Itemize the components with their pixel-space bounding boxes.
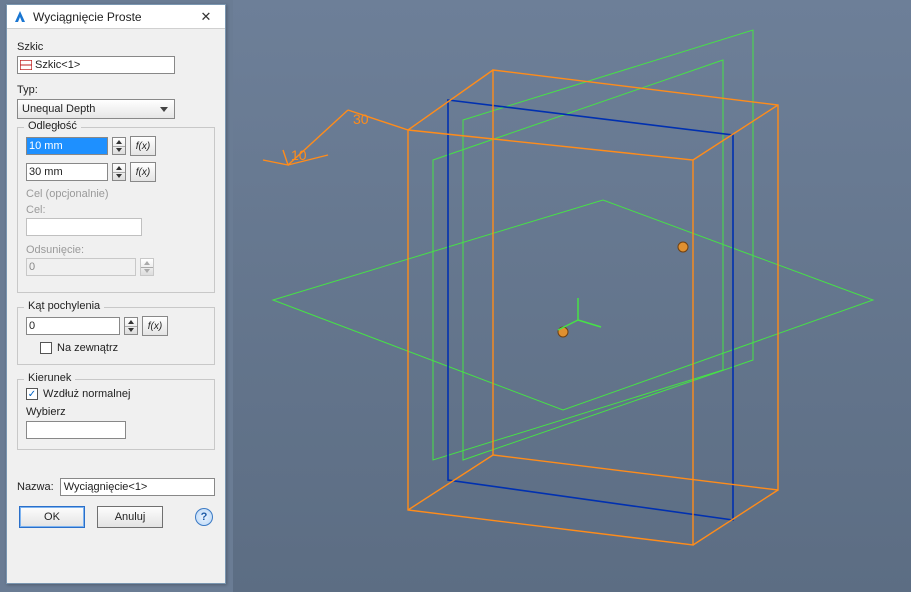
spinner-up-icon <box>113 138 125 147</box>
dim-10: 10 <box>291 147 307 163</box>
checkbox-icon <box>40 342 52 354</box>
spinner-up-icon <box>141 259 153 268</box>
distance1-spinner[interactable] <box>112 137 126 155</box>
distance1-fx-button[interactable]: f(x) <box>130 136 156 156</box>
extrude-dialog: Wyciągnięcie Proste ✕ Szkic Szkic<1> Typ… <box>6 4 226 584</box>
distance2-spinner[interactable] <box>112 163 126 181</box>
odsuniecie-label: Odsunięcie: <box>26 244 206 256</box>
anuluj-button[interactable]: Anuluj <box>97 506 163 528</box>
kierunek-legend: Kierunek <box>24 372 75 384</box>
ok-button[interactable]: OK <box>19 506 85 528</box>
distance2-input[interactable]: 30 mm <box>26 163 108 181</box>
dialog-titlebar[interactable]: Wyciągnięcie Proste ✕ <box>7 5 225 29</box>
kat-input[interactable]: 0 <box>26 317 120 335</box>
kat-spinner[interactable] <box>124 317 138 335</box>
app-logo-icon <box>13 10 27 24</box>
cel-legend: Cel (opcjonalnie) <box>26 188 206 200</box>
spinner-down-icon <box>113 173 125 181</box>
nazwa-input[interactable]: Wyciągnięcie<1> <box>60 478 215 496</box>
spinner-down-icon <box>125 327 137 335</box>
cel-label: Cel: <box>26 204 206 216</box>
app-root: 30 10 Wyciągnięcie Proste ✕ <box>0 0 911 592</box>
spinner-up-icon <box>113 164 125 173</box>
odleglosc-legend: Odległość <box>24 120 81 132</box>
help-button[interactable]: ? <box>195 508 213 526</box>
cel-input <box>26 218 142 236</box>
kat-legend: Kąt pochylenia <box>24 300 104 312</box>
checkbox-checked-icon: ✓ <box>26 388 38 400</box>
kat-group: Kąt pochylenia 0 f(x) Na zewnątrz <box>17 307 215 365</box>
nazwa-label: Nazwa: <box>17 481 54 493</box>
viewport-3d[interactable]: 30 10 <box>233 0 911 592</box>
spinner-down-icon <box>141 268 153 276</box>
typ-label: Typ: <box>17 84 215 96</box>
help-icon: ? <box>201 511 208 523</box>
szkic-value: Szkic<1> <box>35 59 80 71</box>
close-icon: ✕ <box>201 9 212 25</box>
typ-value: Unequal Depth <box>22 103 95 115</box>
typ-select[interactable]: Unequal Depth <box>17 99 175 119</box>
viewport-svg: 30 10 <box>233 0 911 592</box>
spinner-up-icon <box>125 318 137 327</box>
sketch-icon <box>20 60 32 70</box>
na-zewnatrz-checkbox[interactable]: Na zewnątrz <box>40 342 206 354</box>
szkic-label: Szkic <box>17 41 215 53</box>
kierunek-group: Kierunek ✓ Wzdłuż normalnej Wybierz <box>17 379 215 450</box>
wzdluz-checkbox[interactable]: ✓ Wzdłuż normalnej <box>26 388 206 400</box>
close-button[interactable]: ✕ <box>191 7 221 27</box>
dialog-title: Wyciągnięcie Proste <box>33 10 191 24</box>
odleglosc-group: Odległość 10 mm f(x) 30 mm <box>17 127 215 293</box>
kat-fx-button[interactable]: f(x) <box>142 316 168 336</box>
distance1-input[interactable]: 10 mm <box>26 137 108 155</box>
dim-30: 30 <box>353 111 369 127</box>
odsuniecie-spinner <box>140 258 154 276</box>
spinner-down-icon <box>113 147 125 155</box>
odsuniecie-input: 0 <box>26 258 136 276</box>
wybierz-input[interactable] <box>26 421 126 439</box>
szkic-field[interactable]: Szkic<1> <box>17 56 175 74</box>
wybierz-label: Wybierz <box>26 406 206 418</box>
distance2-fx-button[interactable]: f(x) <box>130 162 156 182</box>
